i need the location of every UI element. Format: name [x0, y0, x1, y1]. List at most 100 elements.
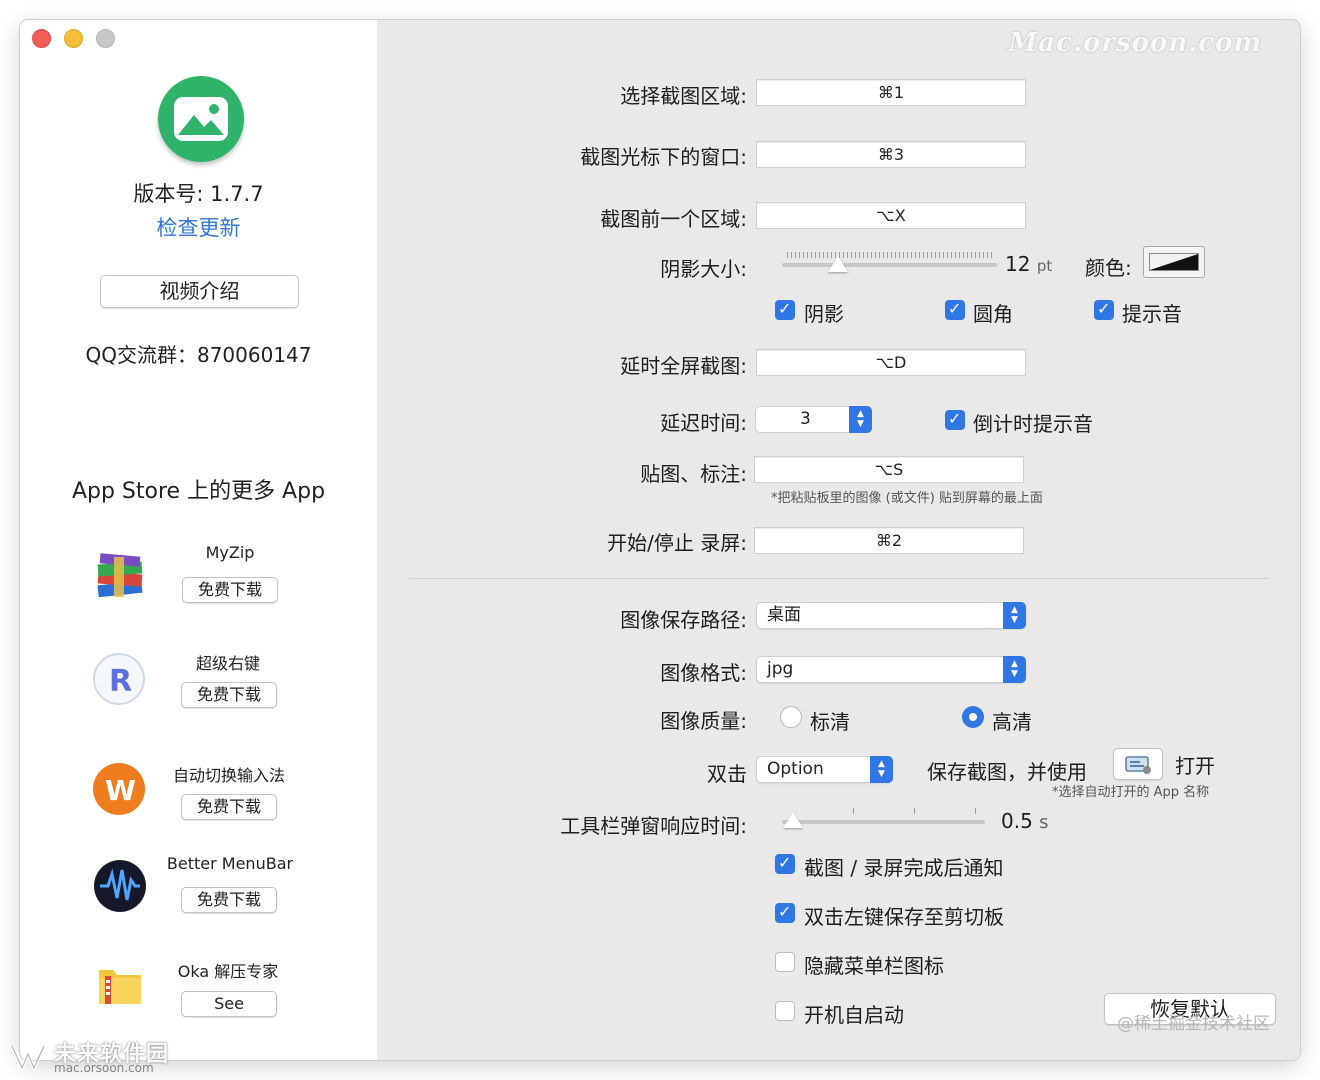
- select-arrows-icon: ▲ ▼: [870, 756, 893, 783]
- w-logo-icon: W: [93, 763, 145, 815]
- shadow-color-well[interactable]: [1143, 246, 1205, 278]
- books-stack-icon: [94, 553, 146, 605]
- notify-checkbox-label: 截图 / 录屏完成后通知: [804, 856, 1004, 880]
- see-button[interactable]: See: [181, 991, 277, 1017]
- countdown-sound-checkbox-label: 倒计时提示音: [973, 412, 1093, 436]
- free-download-button[interactable]: 免费下载: [181, 682, 277, 708]
- rounded-corner-checkbox[interactable]: [945, 299, 965, 320]
- toolbar-delay-unit: s: [1039, 812, 1049, 833]
- countdown-sound-checkbox[interactable]: [945, 409, 965, 430]
- brand-logo-icon: [10, 1045, 46, 1073]
- slider-knob[interactable]: [783, 812, 803, 828]
- juejin-watermark: @稀土掘金技术社区: [1117, 1014, 1270, 1034]
- toolbar-delay-value: 0.5 s: [1001, 809, 1049, 833]
- image-format-value: jpg: [767, 659, 794, 679]
- sound-checkbox[interactable]: [1094, 299, 1114, 320]
- launch-at-login-checkbox-label: 开机自启动: [804, 1003, 904, 1027]
- close-window-button[interactable]: [32, 29, 51, 48]
- delay-time-stepper[interactable]: 3 ▲ ▼: [755, 406, 872, 433]
- record-shortcut-field[interactable]: ⌘2: [754, 527, 1024, 554]
- version-label: 版本号: 1.7.7: [133, 182, 264, 206]
- hide-menubar-icon-checkbox-label: 隐藏菜单栏图标: [804, 954, 944, 978]
- image-format-select[interactable]: jpg ▲ ▼: [756, 656, 1026, 683]
- save-path-label: 图像保存路径:: [620, 608, 747, 632]
- slider-track: [782, 263, 997, 267]
- stepper-arrows-icon[interactable]: ▲ ▼: [849, 406, 872, 433]
- promo-app-name: MyZip: [205, 543, 255, 562]
- svg-text:R: R: [109, 664, 132, 699]
- minimize-window-button[interactable]: [64, 29, 83, 48]
- quality-standard-radio[interactable]: [780, 706, 802, 728]
- select-arrows-icon: ▲ ▼: [1003, 602, 1026, 629]
- sound-checkbox-label: 提示音: [1122, 302, 1182, 326]
- select-region-shortcut-field[interactable]: ⌘1: [756, 79, 1026, 106]
- shadow-size-label: 阴影大小:: [660, 257, 747, 281]
- delay-time-label: 延迟时间:: [660, 411, 747, 435]
- watermark-text: Mac.orsoon.com: [1008, 28, 1262, 58]
- open-label: 打开: [1175, 754, 1215, 778]
- qq-group-label: QQ交流群：870060147: [85, 343, 312, 367]
- zip-folder-icon: [95, 960, 147, 1012]
- double-click-label: 双击: [707, 762, 747, 786]
- zoom-window-button[interactable]: [96, 29, 115, 48]
- quality-high-label: 高清: [992, 710, 1032, 734]
- previous-region-shortcut-field[interactable]: ⌥X: [756, 202, 1026, 229]
- slider-tick: [853, 808, 854, 814]
- free-download-button[interactable]: 免费下载: [181, 887, 277, 913]
- brand-url: mac.orsoon.com: [54, 1061, 154, 1075]
- video-intro-button[interactable]: 视频介绍: [100, 275, 299, 308]
- shadow-color-label: 颜色:: [1085, 256, 1132, 280]
- hide-menubar-icon-checkbox[interactable]: [775, 952, 795, 972]
- slider-tick: [914, 808, 915, 814]
- save-path-select[interactable]: 桌面 ▲ ▼: [756, 602, 1026, 629]
- delayed-fullscreen-label: 延时全屏截图:: [620, 354, 747, 378]
- copy-clipboard-checkbox[interactable]: [775, 902, 795, 923]
- check-update-link[interactable]: 检查更新: [20, 212, 377, 242]
- settings-panel: Mac.orsoon.com 选择截图区域: ⌘1 截图光标下的窗口: ⌘3 截…: [377, 20, 1300, 1060]
- paste-annotate-label: 贴图、标注:: [640, 462, 747, 486]
- slider-track: [782, 820, 985, 824]
- free-download-button[interactable]: 免费下载: [181, 794, 277, 820]
- more-apps-title: App Store 上的更多 App: [71, 479, 326, 504]
- window-under-cursor-shortcut-field[interactable]: ⌘3: [756, 141, 1026, 168]
- promo-app-name: 自动切换输入法: [172, 766, 285, 785]
- launch-at-login-checkbox[interactable]: [775, 1001, 795, 1021]
- modifier-value: Option: [767, 759, 824, 779]
- select-region-label: 选择截图区域:: [620, 84, 747, 108]
- shadow-size-number: 12: [1005, 252, 1031, 276]
- previous-region-label: 截图前一个区域:: [600, 207, 747, 231]
- slider-knob[interactable]: [828, 256, 848, 272]
- toolbar-delay-label: 工具栏弹窗响应时间:: [560, 814, 747, 838]
- paste-annotate-note: *把粘贴板里的图像 (或文件) 贴到屏幕的最上面: [771, 491, 1043, 506]
- shadow-checkbox-label: 阴影: [804, 302, 844, 326]
- promo-app-name: Oka 解压专家: [177, 962, 279, 981]
- preferences-window: 版本号: 1.7.7 检查更新 视频介绍 QQ交流群：870060147 App…: [20, 20, 1300, 1060]
- quality-high-radio[interactable]: [962, 706, 984, 728]
- color-swatch: [1149, 253, 1199, 271]
- svg-text:W: W: [105, 774, 136, 807]
- waveform-icon: [94, 860, 146, 912]
- corner-brand-watermark: 未来软件园 mac.orsoon.com: [8, 1036, 178, 1078]
- window-under-cursor-label: 截图光标下的窗口:: [580, 145, 747, 169]
- free-download-button[interactable]: 免费下载: [182, 577, 278, 603]
- record-label: 开始/停止 录屏:: [607, 531, 747, 555]
- shadow-size-value: 12 pt: [1005, 252, 1052, 276]
- shadow-checkbox[interactable]: [775, 299, 795, 320]
- copy-clipboard-checkbox-label: 双击左键保存至剪切板: [804, 905, 1004, 929]
- section-divider: [409, 578, 1269, 579]
- app-logo-icon: [158, 76, 244, 162]
- double-click-modifier-select[interactable]: Option ▲ ▼: [756, 756, 893, 783]
- rounded-corner-checkbox-label: 圆角: [973, 302, 1013, 326]
- paste-annotate-shortcut-field[interactable]: ⌥S: [754, 456, 1024, 483]
- promo-app-name: Better MenuBar: [166, 854, 294, 873]
- choose-app-button[interactable]: [1113, 748, 1163, 780]
- choose-app-note: *选择自动打开的 App 名称: [1052, 785, 1210, 800]
- delay-time-value: 3: [800, 409, 811, 429]
- select-arrows-icon: ▲ ▼: [1003, 656, 1026, 683]
- notify-checkbox[interactable]: [775, 853, 795, 874]
- app-picker-icon: [1125, 756, 1151, 774]
- promo-app-name: 超级右键: [195, 654, 260, 673]
- delayed-fullscreen-shortcut-field[interactable]: ⌥D: [756, 349, 1026, 376]
- sidebar: 版本号: 1.7.7 检查更新 视频介绍 QQ交流群：870060147 App…: [20, 20, 377, 1060]
- quality-standard-label: 标清: [810, 710, 850, 734]
